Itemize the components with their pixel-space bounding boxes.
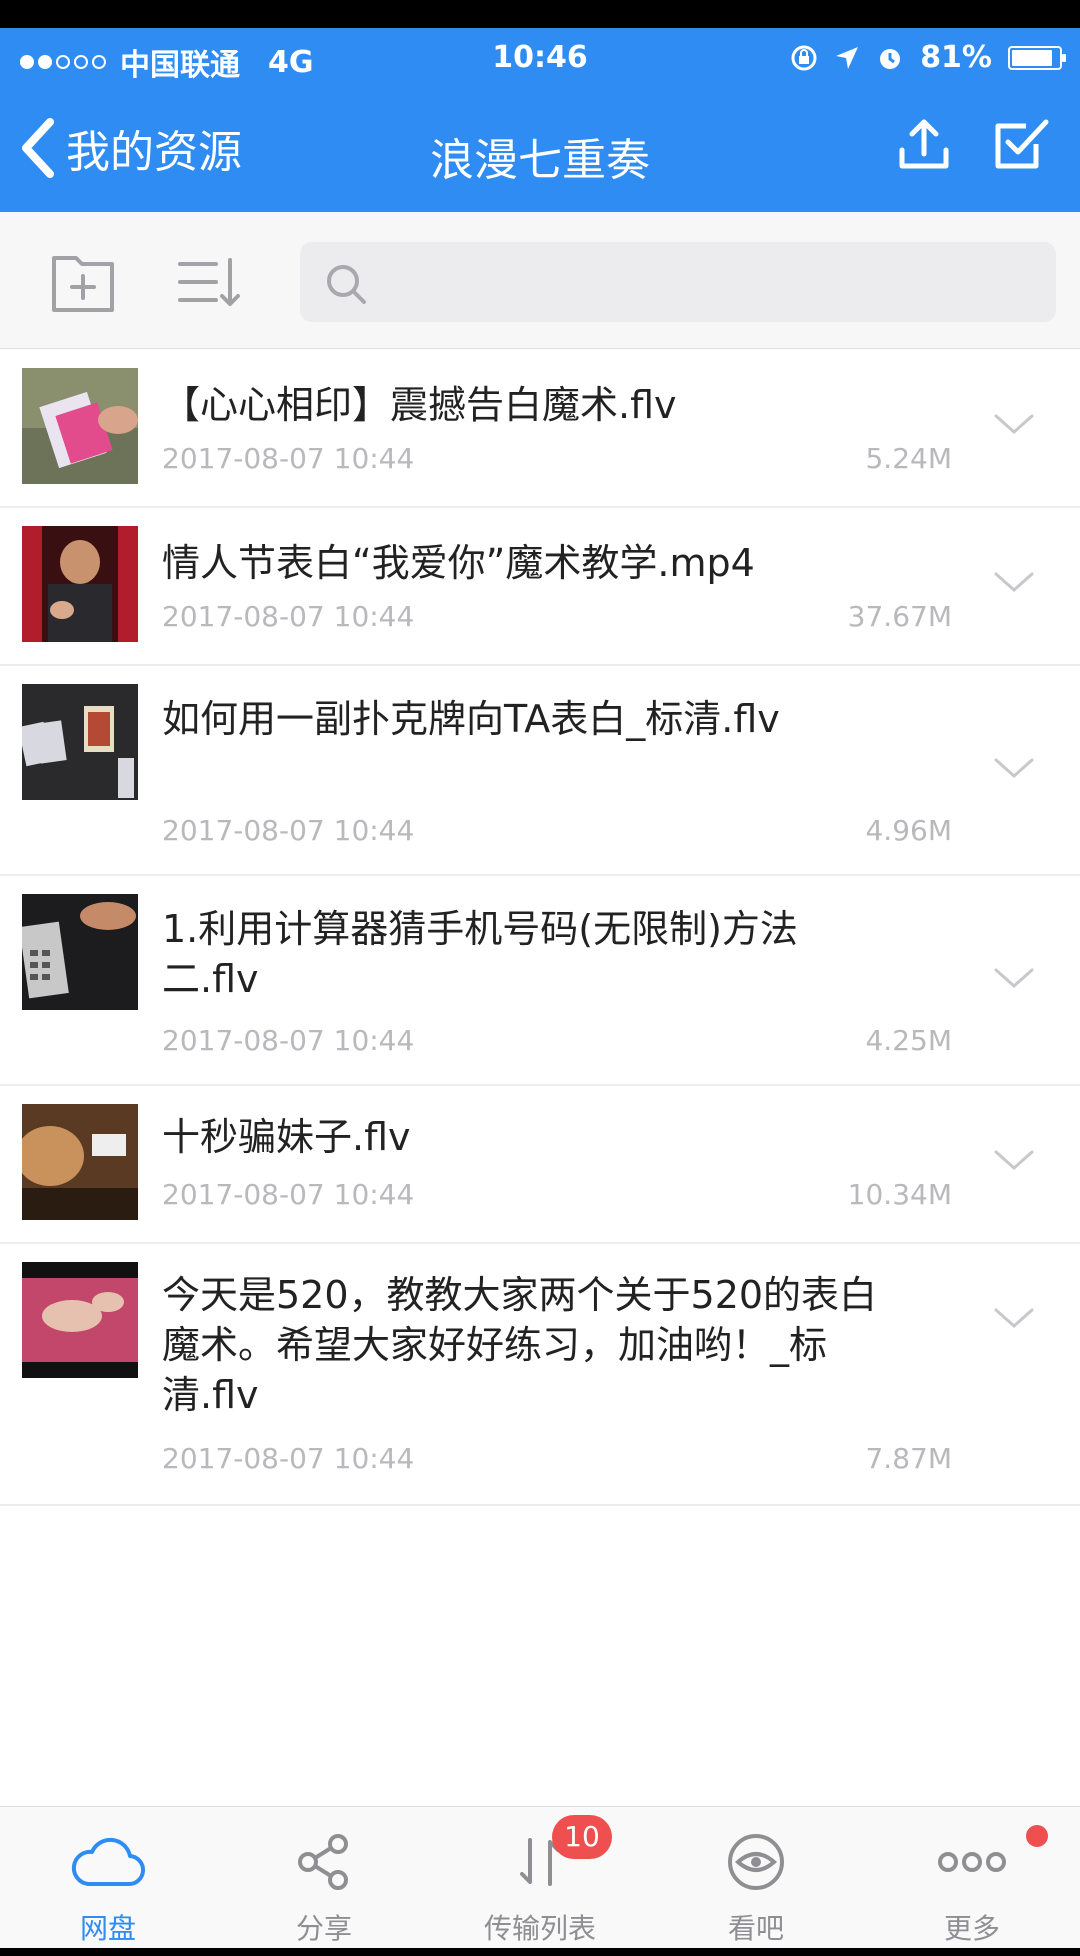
chevron-down-icon[interactable]: [992, 1306, 1036, 1332]
file-size: 5.24M: [865, 442, 952, 475]
upload-icon[interactable]: [896, 116, 952, 172]
tab-label: 网盘: [79, 1912, 136, 1945]
file-row[interactable]: 情人节表白“我爱你”魔术教学.mp4 2017-08-07 10:44 37.6…: [0, 508, 1080, 666]
top-bezel: [0, 0, 1080, 28]
tab-transfer-list[interactable]: 10 传输列表: [432, 1807, 648, 1949]
nav-bar: 我的资源 浪漫七重奏: [0, 86, 1080, 212]
cloud-icon: [71, 1837, 146, 1887]
file-name: 今天是520，教教大家两个关于520的表白魔术。希望大家好好练习，加油哟！_标清…: [162, 1273, 878, 1417]
file-date: 2017-08-07 10:44: [162, 1442, 415, 1475]
file-date: 2017-08-07 10:44: [162, 442, 415, 475]
toolbar: [0, 212, 1080, 349]
location-icon: [836, 46, 859, 69]
video-thumbnail: [22, 1262, 138, 1378]
file-row[interactable]: 十秒骗妹子.flv 2017-08-07 10:44 10.34M: [0, 1086, 1080, 1244]
file-name: 1.利用计算器猜手机号码(无限制)方法二.flv: [162, 907, 798, 1001]
chevron-down-icon[interactable]: [992, 756, 1036, 782]
header: 中国联通 4G 10:46 81% 我的资源 浪漫七重奏: [0, 28, 1080, 212]
tab-label: 更多: [943, 1912, 1000, 1945]
tab-watch[interactable]: 看吧: [648, 1807, 864, 1949]
status-bar: 中国联通 4G 10:46 81%: [0, 28, 1080, 86]
alarm-icon: [880, 48, 901, 69]
video-thumbnail: [22, 894, 138, 1010]
sort-icon[interactable]: [176, 252, 242, 314]
file-row[interactable]: 【心心相印】震撼告白魔术.flv 2017-08-07 10:44 5.24M: [0, 350, 1080, 508]
chevron-left-icon: [22, 118, 54, 178]
video-thumbnail: [22, 526, 138, 642]
search-box[interactable]: [300, 242, 1056, 324]
search-icon: [327, 265, 366, 304]
file-meta: 2017-08-07 10:44 5.24M: [162, 442, 952, 475]
file-row[interactable]: 今天是520，教教大家两个关于520的表白魔术。希望大家好好练习，加油哟！_标清…: [0, 1244, 1080, 1506]
bottom-bezel: [0, 1948, 1080, 1956]
file-list: 【心心相印】震撼告白魔术.flv 2017-08-07 10:44 5.24M …: [0, 350, 1080, 1506]
video-thumbnail: [22, 684, 138, 800]
tab-cloud-drive[interactable]: 网盘: [0, 1807, 216, 1949]
file-size: 4.25M: [865, 1024, 952, 1057]
notification-dot: [1026, 1825, 1048, 1847]
file-row[interactable]: 如何用一副扑克牌向TA表白_标清.flv 2017-08-07 10:44 4.…: [0, 666, 1080, 876]
file-size: 7.87M: [865, 1442, 952, 1475]
video-thumbnail: [22, 1104, 138, 1220]
file-name: 十秒骗妹子.flv: [162, 1115, 411, 1159]
tab-bar: 网盘 分享 10 传输列表 看吧 更多: [0, 1806, 1080, 1949]
file-size: 10.34M: [847, 1178, 952, 1211]
file-name: 【心心相印】震撼告白魔术.flv: [162, 383, 677, 427]
nav-actions: [896, 116, 1050, 172]
select-checkbox-icon[interactable]: [992, 116, 1050, 172]
chevron-down-icon[interactable]: [992, 1148, 1036, 1174]
eye-icon: [728, 1834, 784, 1890]
tab-label: 看吧: [727, 1912, 784, 1945]
file-name: 如何用一副扑克牌向TA表白_标清.flv: [162, 697, 780, 741]
file-date: 2017-08-07 10:44: [162, 1178, 415, 1211]
more-icon: [938, 1852, 1006, 1872]
file-meta: 2017-08-07 10:44 4.25M: [162, 1024, 952, 1057]
battery-percent: 81%: [920, 40, 992, 75]
tab-label: 传输列表: [483, 1912, 596, 1945]
file-meta: 2017-08-07 10:44 7.87M: [162, 1442, 952, 1475]
file-date: 2017-08-07 10:44: [162, 814, 415, 847]
new-folder-icon[interactable]: [50, 252, 116, 314]
file-meta: 2017-08-07 10:44 4.96M: [162, 814, 952, 847]
back-label: 我的资源: [66, 127, 242, 178]
file-meta: 2017-08-07 10:44 10.34M: [162, 1178, 952, 1211]
file-size: 4.96M: [865, 814, 952, 847]
video-thumbnail: [22, 368, 138, 484]
battery-icon: [1008, 45, 1066, 70]
file-row[interactable]: 1.利用计算器猜手机号码(无限制)方法二.flv 2017-08-07 10:4…: [0, 876, 1080, 1086]
rotation-lock-icon: [791, 45, 817, 70]
tab-more[interactable]: 更多: [864, 1807, 1080, 1949]
search-input[interactable]: [380, 242, 1034, 324]
chevron-down-icon[interactable]: [992, 570, 1036, 596]
tab-label: 分享: [295, 1912, 352, 1945]
file-date: 2017-08-07 10:44: [162, 600, 415, 633]
chevron-down-icon[interactable]: [992, 412, 1036, 438]
chevron-down-icon[interactable]: [992, 966, 1036, 992]
share-icon: [298, 1834, 348, 1890]
file-meta: 2017-08-07 10:44 37.67M: [162, 600, 952, 633]
file-name: 情人节表白“我爱你”魔术教学.mp4: [162, 541, 755, 585]
file-date: 2017-08-07 10:44: [162, 1024, 415, 1057]
screen: 中国联通 4G 10:46 81% 我的资源 浪漫七重奏 【心心相印】震撼告白魔…: [0, 0, 1080, 1956]
transfer-badge: 10: [552, 1815, 612, 1859]
back-button[interactable]: 我的资源: [20, 116, 242, 180]
file-size: 37.67M: [847, 600, 952, 633]
status-right: 81%: [790, 40, 1066, 75]
tab-share[interactable]: 分享: [216, 1807, 432, 1949]
